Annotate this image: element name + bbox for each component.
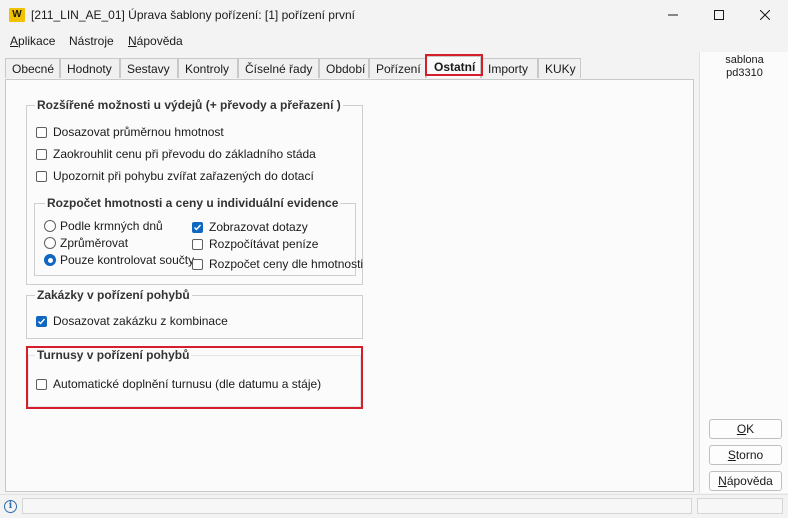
checkbox-box[interactable] [36,126,47,138]
tab-kuky[interactable]: KUKy [538,58,581,78]
checkbox-label: Zobrazovat dotazy [209,220,308,234]
tab-obdobi[interactable]: Období [319,58,369,78]
side-label-line2: pd3310 [726,67,763,79]
radio-button[interactable] [44,237,56,249]
radio-label: Podle krmných dnů [60,219,163,233]
group-rozpocet-title: Rozpočet hmotnosti a ceny u individuální… [45,196,341,210]
checkbox-box-checked[interactable] [192,221,203,233]
minimize-button[interactable] [650,0,696,30]
title-bar: W [211_LIN_AE_01] Úprava šablony pořízen… [0,0,788,30]
radio-zprumerovat[interactable]: Zprůměrovat [44,236,128,250]
tab-importy[interactable]: Importy [481,58,538,78]
radio-label: Pouze kontrolovat součty [60,253,195,267]
checkbox-label: Upozornit při pohybu zvířat zařazených d… [53,169,314,183]
menu-nastroje[interactable]: Nástroje [69,34,114,48]
checkmark-icon [194,224,202,231]
tab-obecne[interactable]: Obecné [5,58,60,78]
checkbox-box[interactable] [192,258,203,270]
checkbox-box[interactable] [192,238,203,250]
tab-ciselne-rady[interactable]: Číselné řady [238,58,319,78]
turnusy-highlight-box [26,346,363,409]
info-icon[interactable]: i [4,500,17,513]
checkbox-upozornit-dotace[interactable]: Upozornit při pohybu zvířat zařazených d… [36,169,314,183]
radio-label: Zprůměrovat [60,236,129,250]
napoveda-button[interactable]: Nápověda [709,471,782,491]
tab-highlight-box [425,54,483,76]
group-zakazky-title: Zakázky v pořízení pohybů [35,288,192,302]
tab-hodnoty[interactable]: Hodnoty [60,58,120,78]
checkbox-box[interactable] [36,148,47,160]
checkbox-box[interactable] [36,170,47,182]
ok-button[interactable]: OK [709,419,782,439]
checkbox-label: Zaokrouhlit cenu při převodu do základní… [53,147,316,161]
checkbox-label: Dosazovat zakázku z kombinace [53,314,228,328]
group-vydej-title: Rozšířené možnosti u výdejů (+ převody a… [35,98,343,112]
checkbox-label: Dosazovat průměrnou hmotnost [53,125,224,139]
maximize-icon [714,10,724,20]
tab-strip: Obecné Hodnoty Sestavy Kontroly Číselné … [0,56,700,80]
menu-bar: Aplikace Nástroje Nápověda [0,30,788,52]
status-message-field [22,498,692,514]
app-logo: W [9,8,25,22]
maximize-button[interactable] [696,0,742,30]
tab-porizeni[interactable]: Pořízení [369,58,426,78]
checkmark-icon [38,318,46,325]
status-extra-field [697,498,783,514]
tab-kontroly[interactable]: Kontroly [178,58,238,78]
close-button[interactable] [742,0,788,30]
status-bar: i [0,494,788,518]
window-title: [211_LIN_AE_01] Úprava šablony pořízení:… [31,8,355,22]
radio-pouze-kontrolovat[interactable]: Pouze kontrolovat součty [44,253,194,267]
minimize-icon [668,14,678,16]
checkbox-dosazovat-zakazku[interactable]: Dosazovat zakázku z kombinace [36,314,228,328]
checkbox-box-checked[interactable] [36,315,47,327]
storno-button[interactable]: Storno [709,445,782,465]
checkbox-rozpocet-ceny[interactable]: Rozpočet ceny dle hmotnosti [192,257,363,271]
radio-podle-krmnych-dnu[interactable]: Podle krmných dnů [44,219,163,233]
close-icon [760,10,770,20]
checkbox-rozpocitavat-penize[interactable]: Rozpočítávat peníze [192,237,318,251]
tab-sestavy[interactable]: Sestavy [120,58,178,78]
checkbox-zaokrouhlit-cenu[interactable]: Zaokrouhlit cenu při převodu do základní… [36,147,316,161]
checkbox-label: Rozpočítávat peníze [209,237,319,251]
checkbox-zobrazovat-dotazy[interactable]: Zobrazovat dotazy [192,220,308,234]
radio-button-selected[interactable] [44,254,56,266]
radio-button[interactable] [44,220,56,232]
checkbox-label: Rozpočet ceny dle hmotnosti [209,257,364,271]
checkbox-prumerna-hmotnost[interactable]: Dosazovat průměrnou hmotnost [36,125,224,139]
side-label-line1: sablona [725,54,764,66]
menu-aplikace[interactable]: Aplikace [10,34,55,48]
menu-napoveda[interactable]: Nápověda [128,34,183,48]
